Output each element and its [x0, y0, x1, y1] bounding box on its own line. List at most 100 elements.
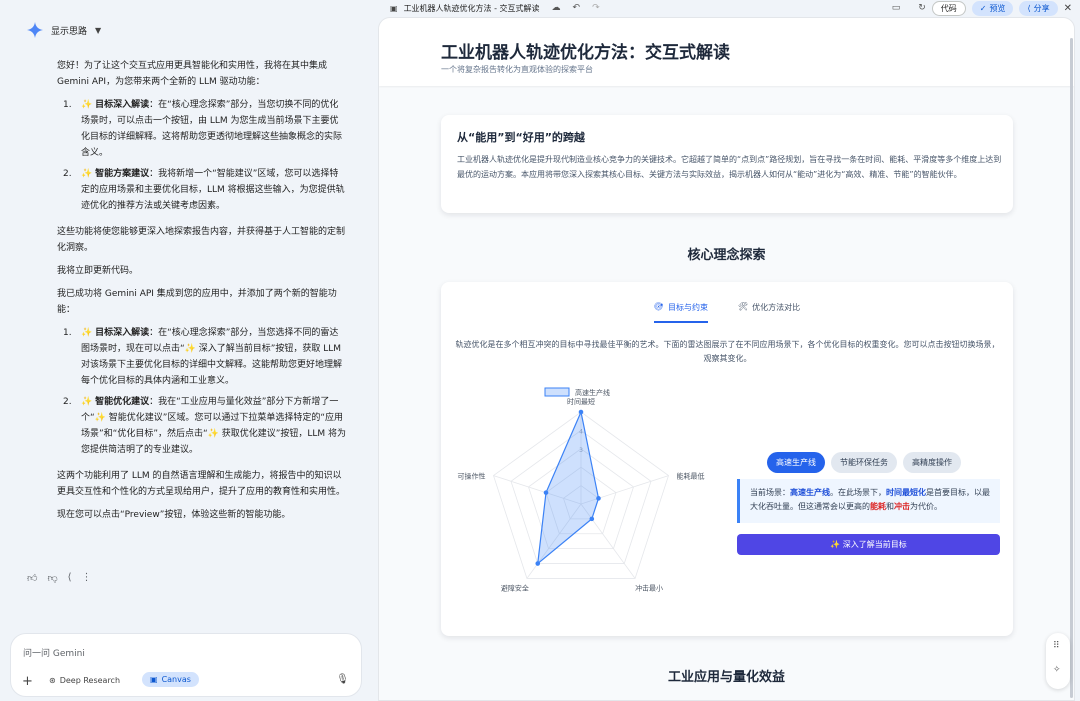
scenario-button-energy[interactable]: 节能环保任务 — [831, 452, 897, 473]
deep-research-icon: ⊛ — [49, 676, 56, 685]
chat-panel: 显示思路 ▼ 您好！为了让这个交互式应用更具智能化和实用性，我将在其中集成 Ge… — [0, 0, 372, 701]
canvas-icon: ▣ — [150, 675, 158, 684]
radar-axis-label: 可操作性 — [458, 472, 486, 481]
radar-chart: 34时间最短能耗最低冲击最小避障安全可操作性高速生产线 — [458, 387, 704, 592]
feature-list-1: 1. ✨ 目标深入解读：在“核心理念探索”部分，当您切换不同的优化场景时，可以点… — [63, 97, 347, 214]
list-item: 2. ✨ 智能方案建议：我将新增一个“智能建议”区域，您可以选择特定的应用场景和… — [63, 166, 347, 214]
tab-goals-label: 目标与约束 — [668, 303, 708, 312]
list-number: 1. — [63, 100, 72, 110]
list-item-title: 目标深入解读 — [95, 100, 150, 110]
note-text: 。在此场景下， — [830, 488, 886, 497]
code-tab-label: 代码 — [940, 3, 957, 13]
canvas-button[interactable]: ▣ Canvas — [142, 672, 199, 687]
note-text: 和 — [886, 502, 894, 511]
intro-title: 从“能用”到“好用”的跨越 — [457, 131, 585, 144]
radar-data-point — [589, 516, 595, 522]
share-icon[interactable]: ⟨ — [68, 572, 72, 584]
microphone-icon[interactable]: 🎙︎ — [336, 674, 349, 685]
radar-data-point — [578, 409, 584, 415]
scenario-button-precision[interactable]: 高精度操作 — [903, 452, 961, 473]
list-number: 2. — [63, 169, 72, 179]
core-description: 轨迹优化是在多个相互冲突的目标中寻找最佳平衡的艺术。下面的雷达图展示了在不同应用… — [455, 340, 1000, 363]
preview-tab-button[interactable]: ✓ 预览 — [971, 0, 1014, 16]
radar-series-area — [536, 410, 600, 565]
message-text: 我已成功将 Gemini API 集成到您的应用中，并添加了两个新的智能功能： — [57, 289, 337, 315]
message-text: 这两个功能利用了 LLM 的自然语言理解和生成能力，将报告中的知识以更具交互性和… — [57, 471, 346, 497]
share-icon: ⟨ — [1027, 3, 1031, 13]
page-title: 工业机器人轨迹优化方法：交互式解读 — [441, 43, 730, 63]
message-text: 现在您可以点击“Preview”按钮，体验这些新的智能功能。 — [57, 510, 291, 520]
radar-data-point — [535, 561, 541, 566]
chevron-down-icon: ▼ — [95, 25, 102, 35]
close-icon[interactable]: ✕ — [1064, 3, 1072, 14]
list-item: 2. ✨ 智能优化建议：我在“工业应用与量化效益”部分下方新增了一个“✨ 智能优… — [63, 394, 347, 458]
list-item-title: 智能方案建议 — [95, 169, 150, 179]
console-icon[interactable]: ▭ — [892, 3, 901, 13]
list-number: 2. — [63, 397, 72, 407]
preview-tab-label: 预览 — [989, 3, 1006, 13]
radar-data-point — [596, 496, 601, 501]
sparkle-edit-icon[interactable]: ✧ — [1053, 665, 1061, 675]
deep-research-button[interactable]: ⊛ Deep Research — [49, 676, 120, 685]
grid-icon[interactable]: ⠿ — [1053, 641, 1060, 651]
toolbar-actions: ▭ ↻ 代码 ✓ 预览 ⟨ 分享 ✕ — [880, 0, 1080, 16]
tab-compare-label: 优化方法对比 — [752, 303, 801, 312]
prompt-input[interactable]: 问一问 Gemini — [23, 646, 85, 659]
show-thinking-toggle[interactable]: 显示思路 ▼ — [27, 22, 101, 38]
sparkle-icon: ✨ — [81, 100, 93, 110]
canvas-toolbar: ▣ 工业机器人轨迹优化方法 - 交互式解读 ☁ ↶ ↷ ▭ ↻ 代码 ✓ 预览 ⟨… — [378, 0, 1080, 16]
check-icon: ✓ — [979, 3, 987, 13]
list-item-text: ✨ 智能方案建议：我将新增一个“智能建议”区域，您可以选择特定的应用场景和主要优… — [81, 166, 347, 214]
share-button[interactable]: ⟨ 分享 — [1019, 0, 1058, 16]
target-icon: 🎯︎ — [653, 302, 664, 311]
page-header: 工业机器人轨迹优化方法：交互式解读 一个将复杂报告转化为直观体验的探索平台 — [379, 18, 1074, 86]
core-card: 🎯︎ 目标与约束 🛠︎ 优化方法对比 轨迹优化是在多个相互冲突的目标中寻找最佳平衡的… — [441, 282, 1013, 636]
sparkle-icon: ✨ — [81, 328, 93, 338]
document-title: 工业机器人轨迹优化方法 - 交互式解读 — [403, 3, 540, 13]
sparkle-icon: ✨ — [81, 169, 93, 179]
list-item-text: ✨ 智能优化建议：我在“工业应用与量化效益”部分下方新增了一个“✨ 智能优化建议… — [81, 394, 347, 458]
list-number: 1. — [63, 328, 72, 338]
canvas-preview: 工业机器人轨迹优化方法：交互式解读 一个将复杂报告转化为直观体验的探索平台 从“… — [378, 17, 1075, 701]
note-energy: 能耗 — [870, 502, 886, 511]
more-options-icon[interactable]: ⋮ — [82, 572, 92, 584]
feedback-row: 👍︎ 👎︎ ⟨ ⋮ — [27, 572, 92, 584]
code-tab-button[interactable]: 代码 — [931, 0, 966, 16]
intro-text: 工业机器人轨迹优化是提升现代制造业核心竞争力的关键技术。它超越了简单的“点到点”… — [457, 155, 1002, 179]
add-icon[interactable]: + — [22, 674, 33, 689]
deep-research-label: Deep Research — [59, 676, 121, 685]
radar-legend-label: 高速生产线 — [575, 388, 610, 397]
radar-axis-label: 时间最短 — [567, 397, 595, 406]
note-text: 当前场景： — [750, 488, 790, 497]
scenario-buttons: 高速生产线 节能环保任务 高精度操作 — [767, 452, 961, 473]
intro-card: 从“能用”到“好用”的跨越 工业机器人轨迹优化是提升现代制造业核心竞争力的关键技… — [441, 115, 1013, 213]
list-item-text: ✨ 目标深入解读：在“核心理念探索”部分，当您切换不同的优化场景时，可以点击一个… — [81, 97, 347, 161]
refresh-icon[interactable]: ↻ — [918, 3, 926, 13]
show-thinking-label: 显示思路 — [51, 26, 88, 37]
message-text: 这些功能将使您能够更深入地探索报告内容，并获得基于人工智能的定制化洞察。 — [57, 227, 346, 253]
floating-actions: ⠿ ✧ — [1046, 633, 1070, 689]
prompt-input-box[interactable]: 问一问 Gemini + ⊛ Deep Research ▣ Canvas 🎙︎ — [10, 633, 362, 697]
note-goal: 时间最短化 — [886, 488, 926, 497]
message-text: 您好！为了让这个交互式应用更具智能化和实用性，我将在其中集成 Gemini AP… — [57, 61, 328, 87]
tab-compare[interactable]: 🛠︎ 优化方法对比 — [738, 302, 800, 323]
radar-axis-label: 冲击最小 — [635, 583, 663, 592]
thumbs-down-icon[interactable]: 👎︎ — [47, 572, 57, 584]
gemini-spark-icon — [27, 22, 43, 38]
deep-dive-button[interactable]: ✨ 深入了解当前目标 — [737, 534, 1000, 555]
radar-axis-label: 能耗最低 — [676, 472, 704, 481]
radar-axis-label: 避障安全 — [501, 583, 529, 592]
scrollbar[interactable] — [1070, 38, 1073, 698]
feature-list-2: 1. ✨ 目标深入解读：在“核心理念探索”部分，当您选择不同的雷达图场景时，现在… — [63, 325, 347, 458]
core-section-title: 核心理念探索 — [687, 248, 766, 263]
undo-icon[interactable]: ↶ — [573, 3, 581, 13]
note-scene: 高速生产线 — [790, 488, 830, 497]
tab-goals[interactable]: 🎯︎ 目标与约束 — [653, 302, 708, 323]
thumbs-up-icon[interactable]: 👍︎ — [27, 572, 37, 584]
redo-icon[interactable]: ↷ — [592, 3, 600, 13]
scenario-button-high-speed[interactable]: 高速生产线 — [767, 452, 825, 473]
canvas-label: Canvas — [161, 675, 191, 684]
list-item-text: ✨ 目标深入解读：在“核心理念探索”部分，当您选择不同的雷达图场景时，现在可以点… — [81, 325, 347, 389]
applications-section-title: 工业应用与量化效益 — [667, 670, 785, 685]
list-item: 1. ✨ 目标深入解读：在“核心理念探索”部分，当您切换不同的优化场景时，可以点… — [63, 97, 347, 161]
